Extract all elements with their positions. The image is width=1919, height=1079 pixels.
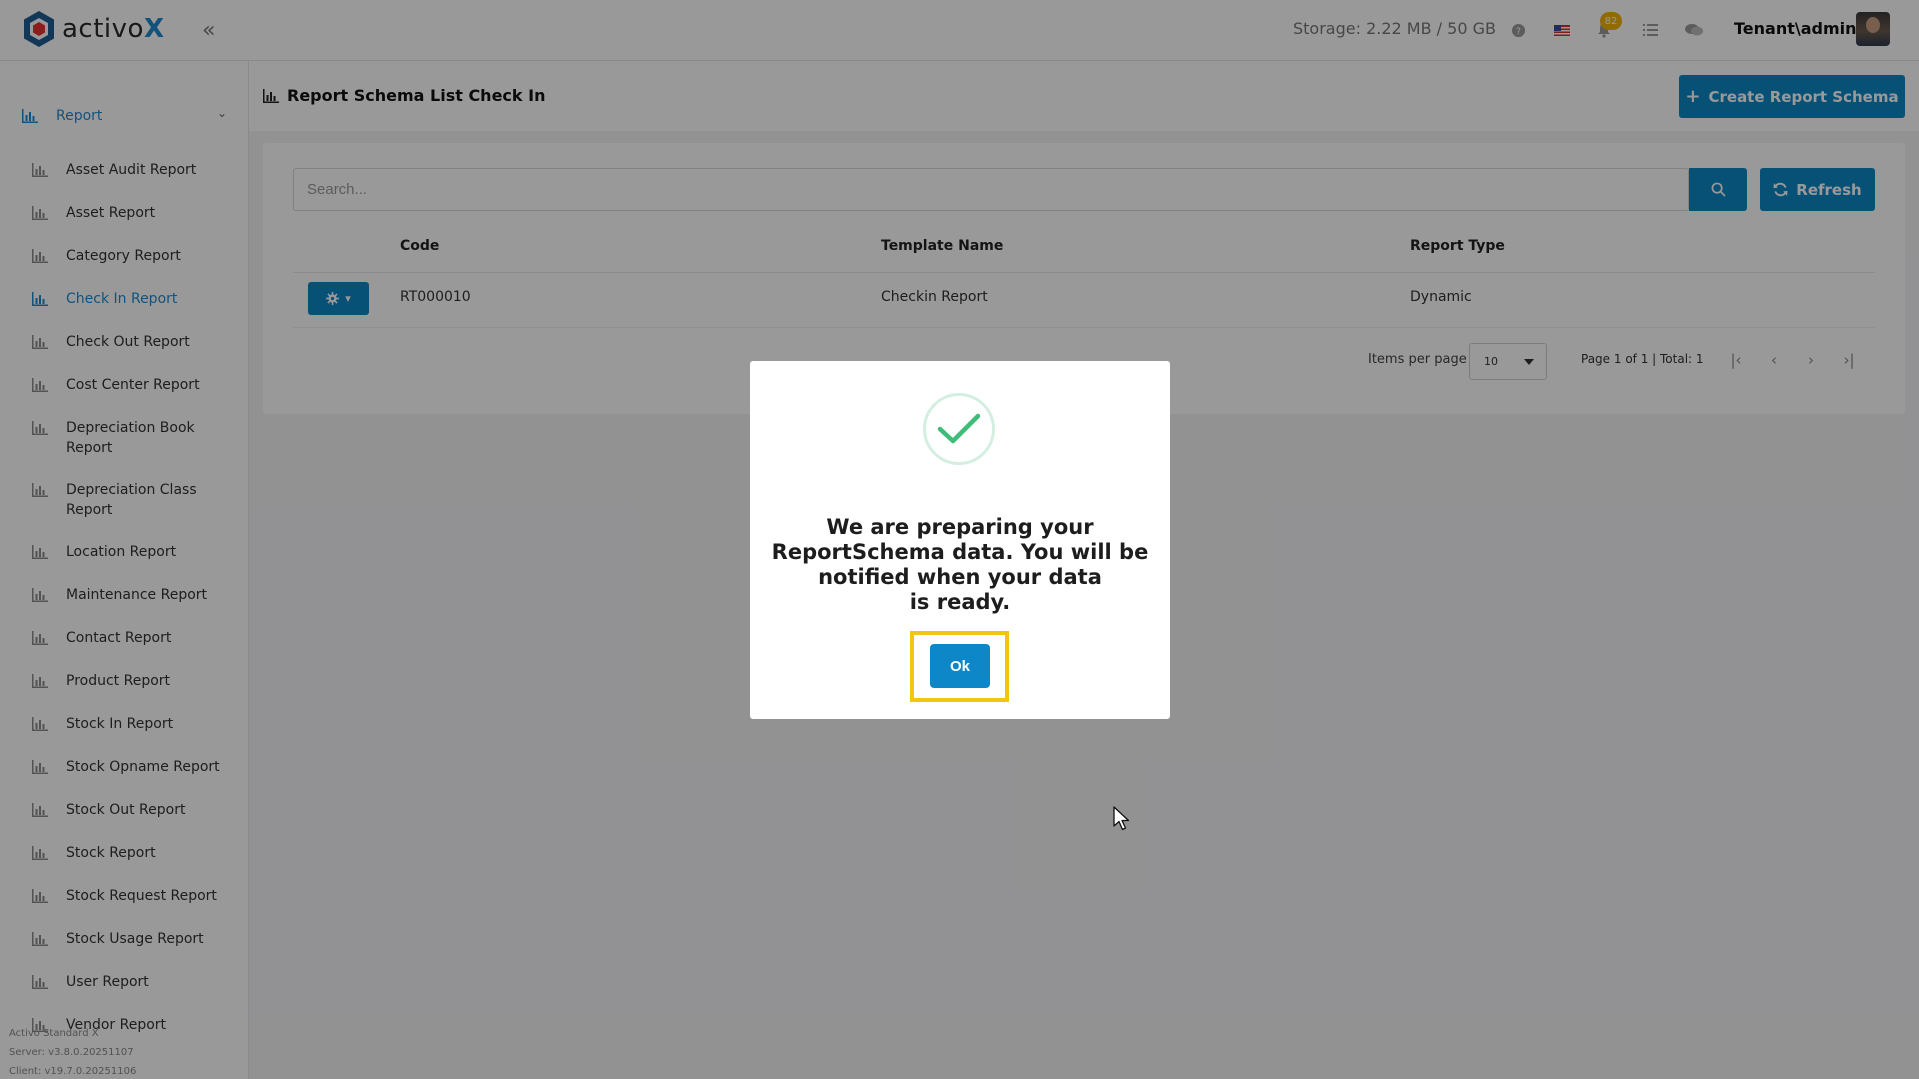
- ok-button[interactable]: Ok: [930, 644, 990, 688]
- export-notice-dialog: We are preparing your ReportSchema data.…: [750, 361, 1170, 719]
- success-check-icon: [923, 393, 995, 465]
- mouse-cursor-icon: [1113, 806, 1130, 831]
- dialog-message: We are preparing your ReportSchema data.…: [771, 515, 1149, 614]
